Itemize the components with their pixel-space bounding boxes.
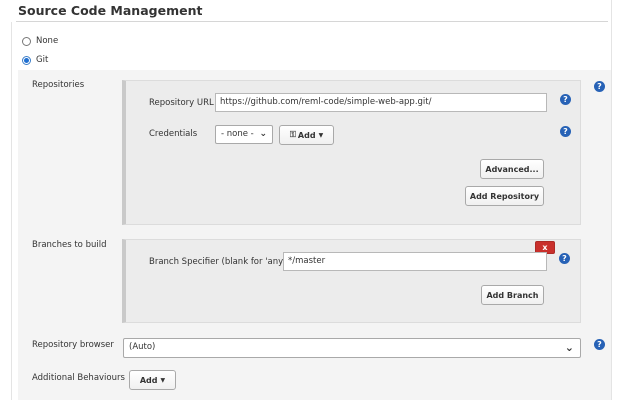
branch-specifier-input[interactable]: */master — [283, 252, 547, 271]
credentials-select-value: - none - — [221, 129, 254, 139]
credentials-add-button[interactable]: ⚿ Add ▼ — [279, 125, 334, 145]
additional-behaviours-add-button[interactable]: Add ▼ — [129, 370, 176, 390]
scm-option-none-label: None — [36, 36, 59, 46]
chevron-down-icon: ⌄ — [259, 129, 267, 139]
radio-git[interactable] — [22, 55, 31, 65]
branch-specifier-label: Branch Specifier (blank for 'any') — [149, 257, 289, 267]
credentials-label: Credentials — [149, 129, 198, 139]
section-title: Source Code Management — [18, 3, 203, 18]
add-branch-button[interactable]: Add Branch — [481, 285, 544, 305]
advanced-button[interactable]: Advanced... — [480, 159, 544, 179]
help-icon[interactable]: ? — [560, 94, 571, 105]
section-divider — [16, 21, 608, 22]
right-border — [611, 0, 612, 400]
key-icon: ⚿ — [289, 130, 296, 139]
scm-option-git[interactable]: Git — [22, 55, 48, 65]
repository-browser-value: (Auto) — [129, 342, 156, 352]
scm-option-none[interactable]: None — [22, 36, 58, 46]
repository-browser-select[interactable]: (Auto) ⌄ — [123, 338, 581, 358]
radio-none[interactable] — [22, 36, 31, 46]
credentials-add-label: Add — [297, 130, 316, 140]
credentials-select[interactable]: - none - ⌄ — [215, 125, 273, 144]
repository-url-input[interactable]: https://github.com/reml-code/simple-web-… — [215, 93, 547, 112]
add-repository-button[interactable]: Add Repository — [465, 186, 544, 206]
caret-down-icon: ▼ — [318, 131, 324, 139]
caret-down-icon: ▼ — [160, 376, 166, 384]
scm-option-git-label: Git — [36, 55, 49, 65]
additional-behaviours-label: Additional Behaviours — [32, 373, 125, 383]
repositories-label: Repositories — [32, 80, 85, 90]
help-icon[interactable]: ? — [560, 126, 571, 137]
additional-behaviours-add-label: Add — [139, 375, 158, 385]
repository-url-label: Repository URL — [149, 98, 214, 108]
left-border — [11, 22, 12, 400]
help-icon[interactable]: ? — [559, 253, 570, 264]
help-icon[interactable]: ? — [594, 81, 605, 92]
repository-browser-label: Repository browser — [32, 340, 114, 350]
chevron-down-icon: ⌄ — [564, 341, 574, 354]
help-icon[interactable]: ? — [594, 339, 605, 350]
branches-label: Branches to build — [32, 240, 107, 250]
